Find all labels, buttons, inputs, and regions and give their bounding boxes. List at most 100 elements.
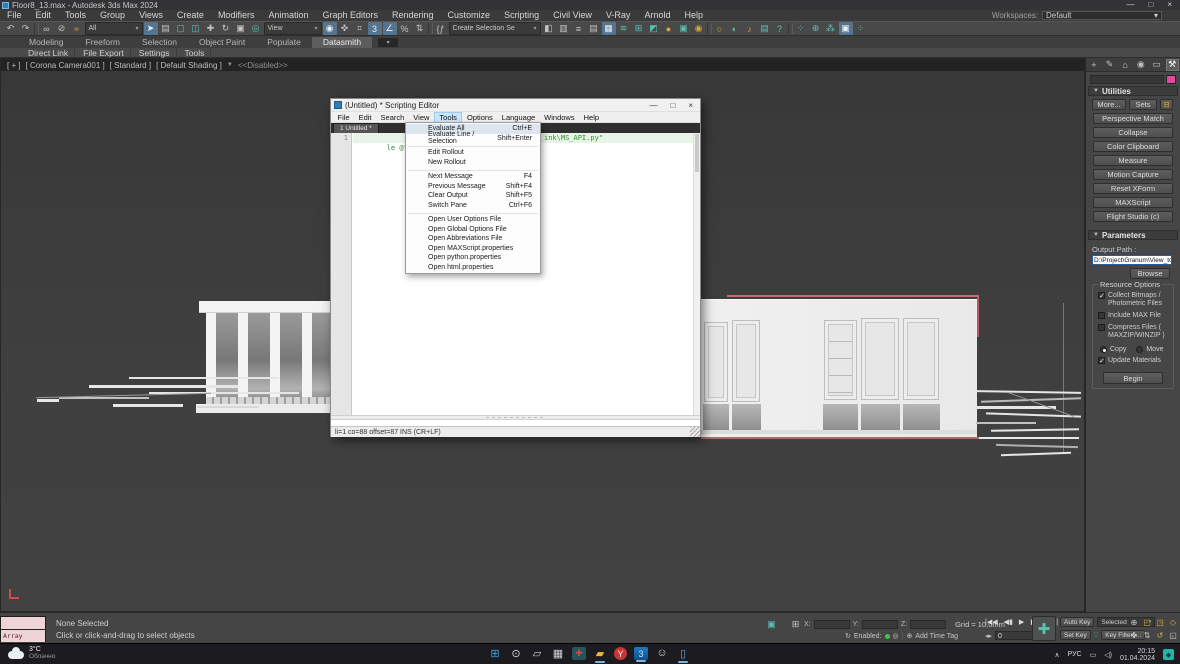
checkbox[interactable]	[1098, 312, 1105, 319]
snaps-toggle-icon[interactable]: 3	[368, 22, 382, 35]
transform-type-in-icon[interactable]: ⊞	[790, 618, 801, 631]
filter-icon[interactable]: ▼	[227, 62, 233, 68]
script-listener-log-icon[interactable]: ▤	[758, 22, 772, 35]
listener-line[interactable]	[1, 617, 45, 629]
menubar-item[interactable]: Tools	[58, 10, 93, 21]
center-gizmo-icon[interactable]: ⊕	[809, 22, 823, 35]
tools-menu-item[interactable]: Open Global Options File	[406, 225, 540, 235]
redo-icon[interactable]: ↷	[19, 22, 33, 35]
tablet-icon[interactable]: ▭	[1090, 651, 1097, 659]
playback-button[interactable]: ◀▮	[1004, 618, 1013, 626]
align-icon[interactable]: ▥	[557, 22, 571, 35]
ribbon-tab[interactable]: Datasmith	[312, 37, 372, 48]
update-materials-row[interactable]: ✓ Update Materials	[1098, 357, 1170, 365]
editor-menu-item[interactable]: Edit	[354, 112, 376, 123]
editor-menu-item[interactable]: Tools	[434, 112, 463, 123]
z-field[interactable]	[910, 620, 946, 629]
render-production-icon[interactable]: ◉	[692, 22, 706, 35]
modify-tab[interactable]: ✎	[1103, 59, 1116, 71]
render-setup-icon[interactable]: ●	[662, 22, 676, 35]
set-key-big-button[interactable]: ✚	[1032, 616, 1056, 641]
viewport-shading-menu[interactable]: [ Default Shading ]	[156, 61, 222, 70]
menubar-item[interactable]: Group	[93, 10, 132, 21]
add-time-tag[interactable]: Add Time Tag	[915, 633, 958, 640]
rendered-frame-window-icon[interactable]: ▣	[677, 22, 691, 35]
utility-button[interactable]: Flight Studio (c)	[1093, 211, 1173, 222]
ribbon-tab[interactable]: Modeling	[18, 37, 75, 48]
resize-grip[interactable]	[690, 427, 700, 437]
3dsmax-taskbar-icon[interactable]: 3	[634, 647, 648, 660]
browse-button[interactable]: Browse	[1130, 268, 1170, 279]
auto-key-button[interactable]: Auto Key	[1060, 617, 1094, 627]
menubar-item[interactable]: Help	[677, 10, 710, 21]
begin-button[interactable]: Begin	[1103, 372, 1163, 384]
close-button[interactable]: ×	[688, 101, 693, 110]
display-toggle-icon[interactable]: ◐	[728, 22, 742, 35]
mirror-icon[interactable]: ◧	[542, 22, 556, 35]
tray-chevron-icon[interactable]: ∧	[1054, 651, 1059, 659]
zoom-all-icon[interactable]: ◰	[1141, 616, 1153, 628]
checkbox[interactable]: ✓	[1098, 292, 1105, 299]
tools-menu-item[interactable]: Evaluate Line / Selection Shift+Enter	[406, 134, 540, 144]
checkbox-row[interactable]: Include MAX File	[1098, 312, 1170, 320]
weather-widget[interactable]: 3°C Облачно	[8, 646, 55, 660]
keyboard-shortcut-override-icon[interactable]: ⌗	[353, 22, 367, 35]
menubar-item[interactable]: Create	[170, 10, 211, 21]
scene-explorer-icon[interactable]: ▤	[587, 22, 601, 35]
editor-scrollbar[interactable]	[693, 133, 700, 415]
speaker-icon[interactable]: ◁)	[1104, 651, 1112, 659]
display-tab[interactable]: ▭	[1150, 59, 1163, 71]
checkbox[interactable]	[1098, 324, 1105, 331]
menubar-item[interactable]: Customize	[441, 10, 498, 21]
more-button[interactable]: More...	[1092, 99, 1126, 110]
copy-radio[interactable]	[1100, 346, 1107, 353]
layer-explorer-icon[interactable]: ≡	[572, 22, 586, 35]
zoom-icon[interactable]: ⊕	[1128, 616, 1140, 628]
minimize-button[interactable]: —	[649, 101, 657, 110]
select-and-scale-icon[interactable]: ▣	[234, 22, 248, 35]
bind-to-space-warp-icon[interactable]: ≈	[70, 22, 84, 35]
editor-menu-item[interactable]: View	[409, 112, 434, 123]
configure-button-sets-icon[interactable]: ⊟	[1160, 99, 1173, 110]
utility-button[interactable]: MAXScript	[1093, 197, 1173, 208]
tools-menu-item[interactable]: New Rollout	[406, 158, 540, 168]
minimize-button[interactable]: —	[1126, 0, 1134, 10]
motion-tab[interactable]: ◉	[1134, 59, 1147, 71]
material-editor-icon[interactable]: ◩	[647, 22, 661, 35]
utility-button[interactable]: Measure	[1093, 155, 1173, 166]
ribbon-subitem[interactable]: File Export	[77, 48, 131, 58]
tools-menu-item[interactable]: Previous Message Shift+F4	[406, 182, 540, 192]
menubar-item[interactable]: Graph Editors	[315, 10, 385, 21]
menubar-item[interactable]: File	[0, 10, 29, 21]
playback-button[interactable]: |◀◀	[985, 618, 998, 626]
ribbon-tab[interactable]: Object Paint	[188, 37, 256, 48]
maximize-button[interactable]: □	[670, 101, 675, 110]
tools-menu-item[interactable]: Clear Output Shift+F5	[406, 191, 540, 201]
menubar-item[interactable]: Arnold	[637, 10, 677, 21]
select-and-move-icon[interactable]: ✚	[204, 22, 218, 35]
tools-menu-item[interactable]: Open python.properties	[406, 253, 540, 263]
editor-tab[interactable]: 1 Untitled *	[333, 123, 379, 134]
angle-snap-icon[interactable]: ∠	[383, 22, 397, 35]
playback-button[interactable]: ▶	[1019, 618, 1024, 626]
walk-through-icon[interactable]: ⇅	[1141, 629, 1153, 641]
close-button[interactable]: ×	[1167, 0, 1172, 10]
curve-editor-icon[interactable]: ≋	[617, 22, 631, 35]
editor-menu-item[interactable]: Search	[376, 112, 409, 123]
maxscript-mini-listener[interactable]: Array modifi	[0, 616, 46, 642]
notification-bell-icon[interactable]: ◆	[1163, 649, 1174, 660]
spinner-left-icon[interactable]: ◂▸	[985, 632, 992, 640]
undo-icon[interactable]: ↶	[4, 22, 18, 35]
ribbon-minimize-icon[interactable]: ▾	[378, 38, 398, 47]
pivot-gizmo-icon[interactable]: ⁘	[794, 22, 808, 35]
create-tab[interactable]: +	[1087, 59, 1100, 71]
checkbox[interactable]: ✓	[1098, 357, 1105, 364]
contact-app-icon[interactable]: ☺	[655, 645, 669, 661]
ribbon-toggle-icon[interactable]: ▦	[602, 22, 616, 35]
search-icon[interactable]: ⊙	[509, 645, 523, 661]
start-button[interactable]: ⊞	[488, 645, 502, 661]
editor-menu-item[interactable]: Help	[579, 112, 603, 123]
utilities-tab[interactable]: ⚒	[1166, 59, 1179, 71]
viewport-standard-menu[interactable]: [ Standard ]	[110, 61, 151, 70]
isolate-selection-icon[interactable]: ○	[713, 22, 727, 35]
